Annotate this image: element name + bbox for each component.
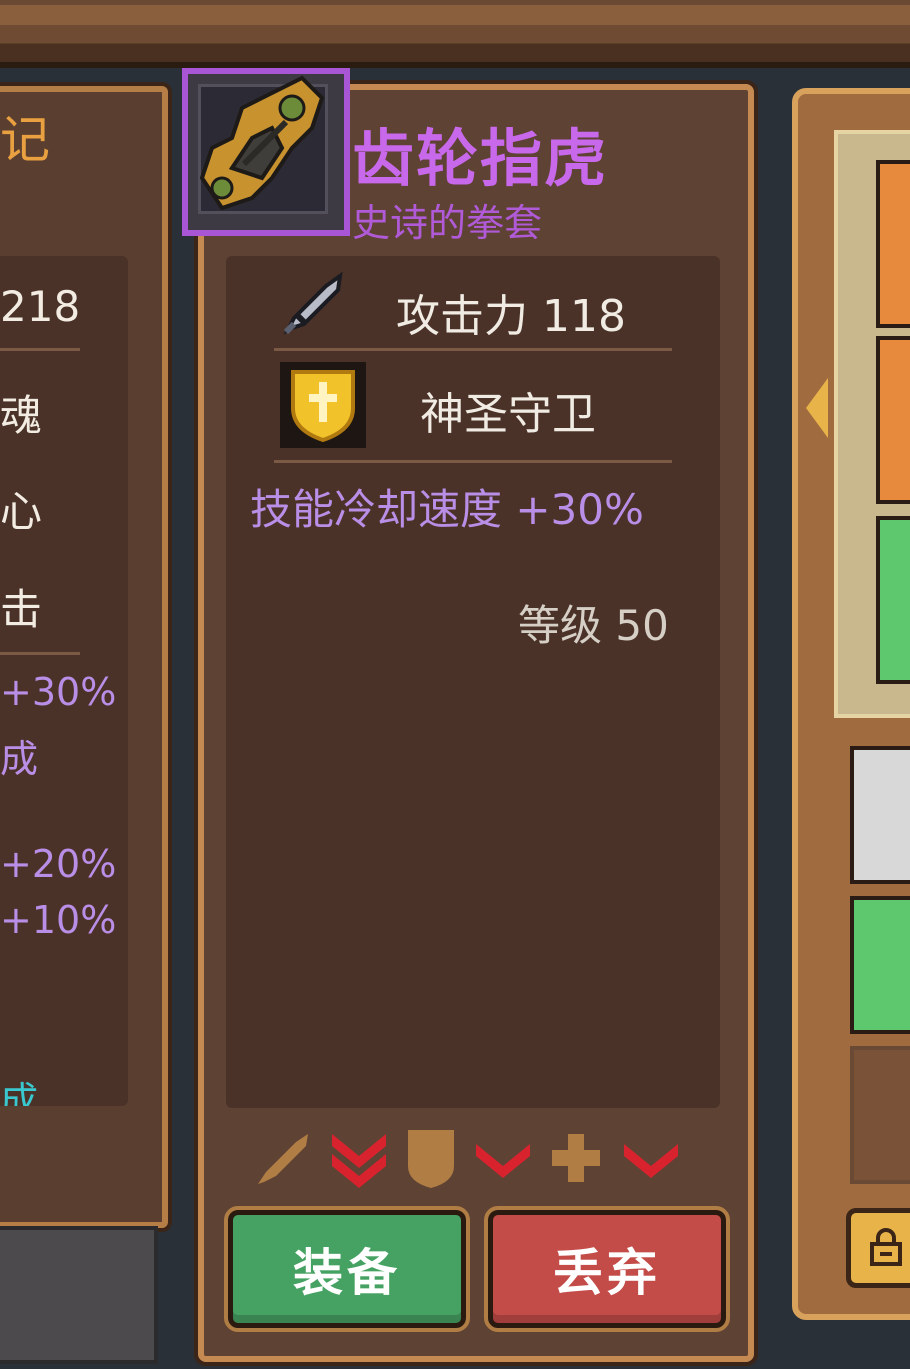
lock-icon [870, 1228, 902, 1266]
left-divider [0, 348, 80, 351]
attack-stat: 攻击力 118 [396, 291, 626, 342]
inventory-slot[interactable] [850, 1046, 910, 1184]
left-line-1: 魂 [0, 391, 43, 440]
left-line-4: 成 [0, 737, 39, 781]
cooldown-bonus: 技能冷却速度 +30% [250, 485, 644, 534]
brass-knuckles-icon [199, 75, 325, 211]
shield-upgrade-icon [408, 1130, 454, 1188]
top-bar [0, 0, 910, 68]
discard-button[interactable]: 丢弃 [484, 1206, 730, 1332]
left-line-2: 心 [0, 487, 43, 536]
plus-upgrade-icon [552, 1134, 600, 1182]
left-bottom-slot [0, 1226, 158, 1364]
inventory-slot[interactable] [876, 516, 910, 684]
inventory-slot[interactable] [876, 160, 910, 328]
inventory-slot[interactable] [850, 896, 910, 1034]
left-line-3: 击 [0, 585, 43, 634]
item-rarity-type: 史诗的拳套 [352, 201, 543, 245]
stats-divider [274, 460, 672, 463]
holy-guard-skill-icon[interactable] [280, 362, 366, 448]
left-bonus-2: +20% [0, 842, 117, 886]
stats-divider [274, 348, 672, 351]
left-bonus-1: +30% [0, 670, 117, 714]
inventory-slot[interactable] [850, 746, 910, 884]
left-header-fragment: 记 [0, 111, 50, 169]
sword-icon [280, 268, 350, 338]
left-bonus-3: +10% [0, 898, 117, 942]
collapse-arrow-icon[interactable] [806, 378, 828, 438]
item-level: 等级 50 [518, 601, 669, 650]
equip-button[interactable]: 装备 [224, 1206, 470, 1332]
left-divider-2 [0, 652, 80, 655]
sword-upgrade-icon [258, 1134, 308, 1184]
lock-button[interactable] [846, 1208, 910, 1288]
skill-name: 神圣守卫 [420, 389, 596, 440]
double-chevron-down-icon [332, 1134, 386, 1188]
inventory-slot[interactable] [876, 336, 910, 504]
chevron-down-icon [476, 1144, 530, 1178]
item-name: 齿轮指虎 [352, 122, 609, 195]
item-icon-frame [182, 68, 350, 236]
chevron-down-icon [624, 1144, 678, 1178]
left-footer-fragment: 成 [0, 1079, 39, 1106]
left-stat-value: 218 [0, 282, 81, 331]
